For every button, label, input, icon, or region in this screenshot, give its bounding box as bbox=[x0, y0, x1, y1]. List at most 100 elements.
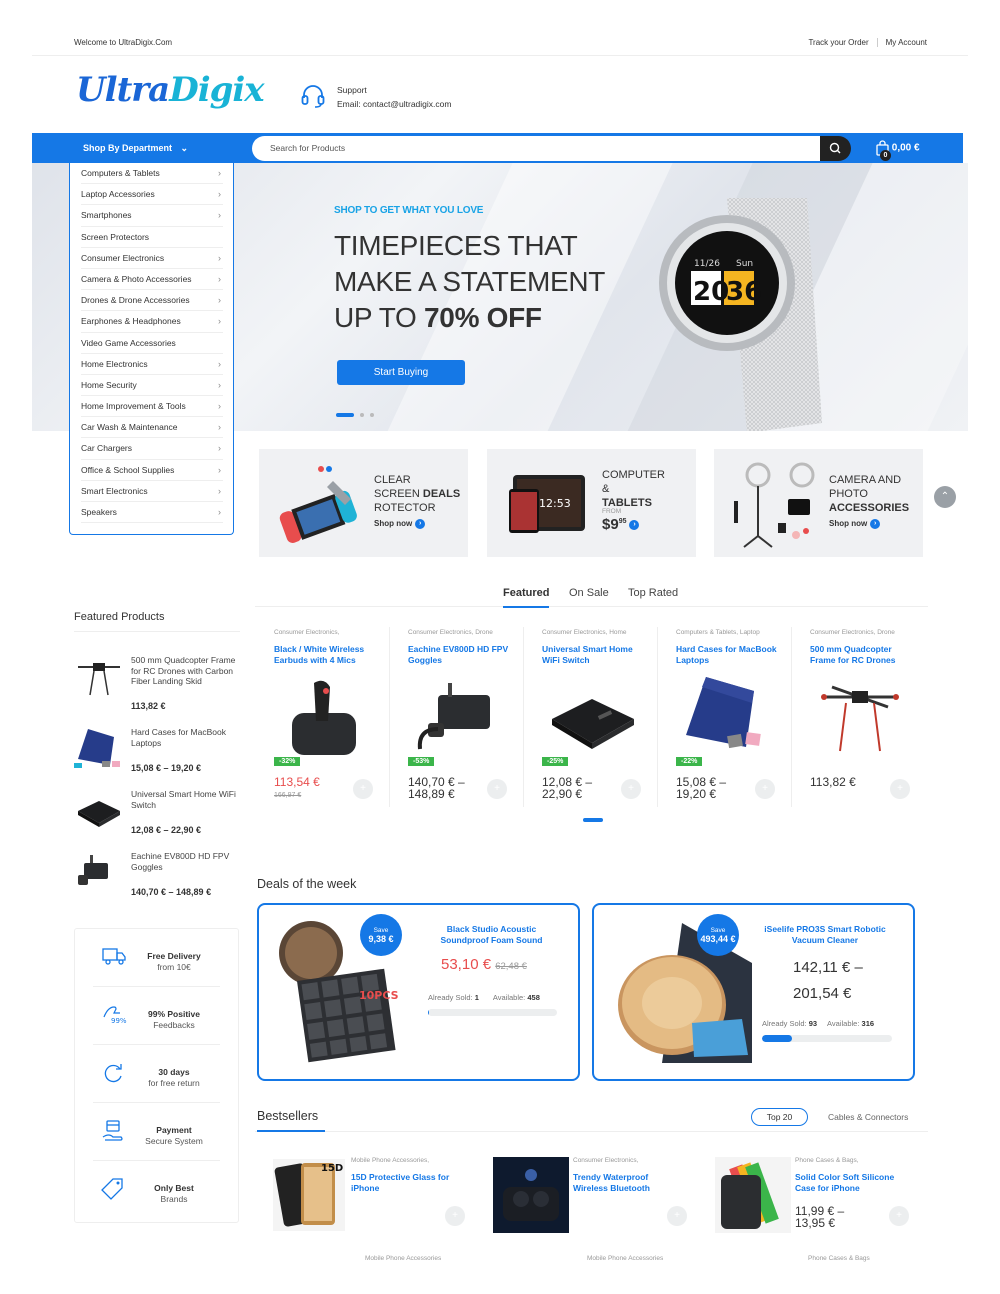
divider bbox=[74, 631, 240, 632]
product-card[interactable]: Consumer Electronics, Drone 500 mm Quadc… bbox=[792, 627, 926, 807]
tab-featured[interactable]: Featured bbox=[503, 587, 550, 608]
truck-icon bbox=[102, 948, 126, 965]
product-card[interactable]: Computers & Tablets, Laptop Hard Cases f… bbox=[658, 627, 792, 807]
add-to-cart-icon[interactable]: + bbox=[889, 1206, 909, 1226]
smartwatch-image: 11/26 Sun 20 36 bbox=[659, 198, 822, 431]
deal-title[interactable]: iSeelife PRO3S Smart Robotic Vacuum Clea… bbox=[762, 924, 888, 946]
ring-light-image bbox=[734, 462, 815, 548]
support-email[interactable]: Email: contact@ultradigix.com bbox=[337, 97, 451, 111]
return-icon bbox=[104, 1064, 122, 1083]
arrow-right-icon[interactable]: › bbox=[629, 520, 640, 531]
product-title[interactable]: Universal Smart Home WiFi Switch bbox=[542, 644, 650, 666]
chevron-down-icon: ⌄ bbox=[180, 143, 189, 153]
top-bar: Welcome to UltraDigix.Com Track your Ord… bbox=[74, 38, 927, 50]
chevron-right-icon: › bbox=[218, 252, 221, 263]
featured-product-item[interactable]: Eachine EV800D HD FPV Goggles 140,70 € –… bbox=[74, 851, 244, 911]
search-input[interactable]: Search for Products bbox=[252, 136, 822, 161]
add-to-cart-icon[interactable]: + bbox=[755, 779, 775, 799]
support-label: Support bbox=[337, 85, 367, 95]
cart-total: 0,00 € bbox=[891, 142, 920, 154]
cart-button[interactable]: 0,00 € 0 bbox=[876, 140, 920, 161]
scroll-top-icon[interactable]: ⌃ bbox=[934, 486, 956, 508]
featured-product-item[interactable]: Hard Cases for MacBook Laptops 15,08 € –… bbox=[74, 727, 244, 787]
department-item[interactable]: Car Wash & Maintenance › bbox=[81, 417, 223, 439]
slider-dot-active[interactable] bbox=[336, 413, 354, 418]
product-title[interactable]: Black / White Wireless Earbuds with 4 Mi… bbox=[274, 644, 382, 666]
start-buying-button[interactable]: Start Buying bbox=[337, 360, 465, 385]
bestseller-item[interactable]: Consumer Electronics, Trendy Waterproof … bbox=[479, 1155, 699, 1235]
add-to-cart-icon[interactable]: + bbox=[621, 779, 641, 799]
department-item[interactable]: Car Chargers › bbox=[81, 438, 223, 460]
carousel-indicator[interactable] bbox=[583, 818, 603, 822]
switch-console-image bbox=[279, 466, 357, 543]
department-item[interactable]: Speakers › bbox=[81, 502, 223, 524]
product-title[interactable]: 500 mm Quadcopter Frame for RC Drones bbox=[810, 644, 918, 666]
chevron-right-icon: › bbox=[218, 464, 221, 475]
my-account-link[interactable]: My Account bbox=[886, 38, 927, 47]
department-item[interactable]: Laptop Accessories › bbox=[81, 184, 223, 206]
product-title[interactable]: Solid Color Soft Silicone Case for iPhon… bbox=[795, 1172, 905, 1194]
svg-text:11/26: 11/26 bbox=[694, 259, 720, 269]
department-item[interactable]: Smart Electronics › bbox=[81, 481, 223, 502]
promo-banner-camera[interactable]: CAMERA AND PHOTO ACCESSORIES Shop now › bbox=[714, 449, 923, 557]
department-item[interactable]: Earphones & Headphones › bbox=[81, 311, 223, 333]
department-item[interactable]: Smartphones › bbox=[81, 205, 223, 227]
site-logo[interactable]: UltraDigix bbox=[76, 70, 265, 110]
add-to-cart-icon[interactable]: + bbox=[890, 779, 910, 799]
chevron-right-icon: › bbox=[218, 189, 221, 200]
department-item[interactable]: Camera & Photo Accessories › bbox=[81, 269, 223, 291]
promo-banner-tablets[interactable]: 12:53 COMPUTER & TABLETS FROM $995 › bbox=[487, 449, 696, 557]
shop-by-department-button[interactable]: Shop By Department ⌄ bbox=[32, 133, 252, 163]
product-title[interactable]: Trendy Waterproof Wireless Bluetooth bbox=[573, 1172, 683, 1194]
product-title[interactable]: Hard Cases for MacBook Laptops bbox=[676, 644, 784, 666]
shop-now-link[interactable]: Shop now bbox=[829, 519, 867, 528]
earbuds-image bbox=[292, 680, 356, 755]
add-to-cart-icon[interactable]: + bbox=[667, 1206, 687, 1226]
deal-stock: Already Sold: 1 Available: 458 bbox=[428, 993, 540, 1002]
tab-cables-connectors[interactable]: Cables & Connectors bbox=[828, 1112, 908, 1122]
track-order-link[interactable]: Track your Order bbox=[808, 38, 868, 47]
department-item[interactable]: Home Electronics › bbox=[81, 354, 223, 375]
quadcopter-frame-image bbox=[821, 685, 899, 752]
deal-title[interactable]: Black Studio Acoustic Soundproof Foam So… bbox=[429, 924, 554, 946]
deal-card[interactable]: 10PCS Save 9,38 € Black Studio Acoustic S… bbox=[257, 903, 580, 1081]
search-button[interactable] bbox=[820, 136, 851, 161]
department-item[interactable]: Drones & Drone Accessories › bbox=[81, 290, 223, 312]
bluetooth-earbuds-image bbox=[493, 1157, 569, 1233]
product-card[interactable]: Consumer Electronics, Drone Eachine EV80… bbox=[390, 627, 524, 807]
add-to-cart-icon[interactable]: + bbox=[487, 779, 507, 799]
featured-product-item[interactable]: Universal Smart Home WiFi Switch 12,08 €… bbox=[74, 789, 244, 849]
chevron-right-icon: › bbox=[218, 358, 221, 369]
department-item[interactable]: Home Improvement & Tools › bbox=[81, 396, 223, 418]
promo-banner-screen-protector[interactable]: CLEAR SCREEN DEALS ROTECTOR Shop now › bbox=[259, 449, 468, 557]
svg-text:36: 36 bbox=[726, 277, 762, 307]
product-title[interactable]: 15D Protective Glass for iPhone bbox=[351, 1172, 461, 1194]
featured-product-item[interactable]: 500 mm Quadcopter Frame for RC Drones wi… bbox=[74, 655, 244, 715]
product-card[interactable]: Consumer Electronics, Home Universal Sma… bbox=[524, 627, 658, 807]
department-item[interactable]: Home Security › bbox=[81, 375, 223, 397]
product-title[interactable]: Eachine EV800D HD FPV Goggles bbox=[408, 644, 516, 666]
chevron-right-icon: › bbox=[218, 401, 221, 412]
slider-dot[interactable] bbox=[370, 413, 374, 418]
add-to-cart-icon[interactable]: + bbox=[353, 779, 373, 799]
arrow-right-icon: › bbox=[870, 519, 881, 529]
slider-dot[interactable] bbox=[360, 413, 364, 418]
bestseller-item[interactable]: Phone Cases & Bags, Solid Color Soft Sil… bbox=[701, 1155, 921, 1235]
department-item[interactable]: Consumer Electronics › bbox=[81, 248, 223, 269]
product-card[interactable]: Consumer Electronics, Black / White Wire… bbox=[256, 627, 390, 807]
tab-top-rated[interactable]: Top Rated bbox=[628, 587, 678, 599]
department-item[interactable]: Office & School Supplies › bbox=[81, 460, 223, 481]
bestseller-item[interactable]: 15D Mobile Phone Accessories, 15D Protec… bbox=[257, 1155, 477, 1235]
tab-top-20[interactable]: Top 20 bbox=[751, 1108, 808, 1126]
shop-now-link[interactable]: Shop now bbox=[374, 519, 412, 528]
svg-text:12:53: 12:53 bbox=[539, 497, 571, 510]
next-row-partial: Mobile Phone Accessories Mobile Phone Ac… bbox=[365, 1255, 870, 1262]
add-to-cart-icon[interactable]: + bbox=[445, 1206, 465, 1226]
tab-on-sale[interactable]: On Sale bbox=[569, 587, 609, 599]
department-item[interactable]: Screen Protectors bbox=[81, 227, 223, 248]
deal-card[interactable]: Save 493,44 € iSeelife PRO3S Smart Roboti… bbox=[592, 903, 915, 1081]
department-item[interactable]: Video Game Accessories bbox=[81, 333, 223, 354]
department-item[interactable]: Computers & Tablets › bbox=[81, 163, 223, 185]
welcome-text: Welcome to UltraDigix.Com bbox=[74, 38, 173, 47]
chevron-right-icon: › bbox=[218, 485, 221, 496]
